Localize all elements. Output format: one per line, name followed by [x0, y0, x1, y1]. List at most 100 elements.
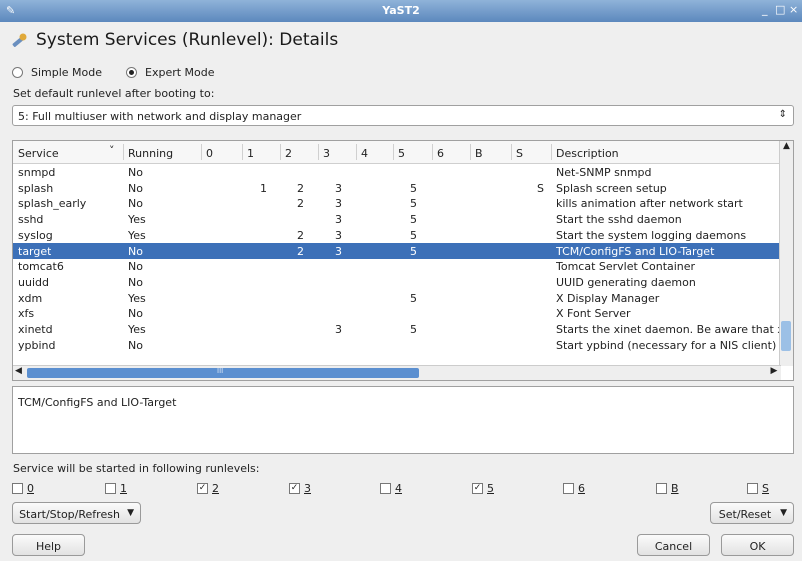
table-cell-desc: kills animation after network start — [556, 197, 743, 211]
start-stop-refresh-button[interactable]: Start/Stop/Refresh ▼ — [12, 502, 141, 524]
runlevel-label: 0 — [27, 482, 34, 495]
services-table[interactable]: Service Running 0 1 2 3 4 5 6 B S Description ˅ snmp… — [12, 140, 794, 381]
column-divider[interactable] — [432, 144, 433, 160]
table-row[interactable]: tomcat6 No Tomcat Servlet Container — [13, 258, 781, 274]
col-b-header[interactable]: B — [475, 147, 483, 160]
table-cell-r3: 3 — [335, 213, 342, 227]
table-cell-r5: 5 — [410, 323, 417, 336]
table-row[interactable]: ypbind No Start ypbind (necessary for a NI… — [13, 337, 781, 353]
table-cell-service: target — [18, 244, 52, 258]
table-cell-service: splash — [18, 181, 54, 195]
table-cell-service: xfs — [18, 307, 35, 321]
window-title: YaST2 — [382, 4, 420, 17]
table-cell-r5: 5 — [410, 228, 417, 242]
column-divider[interactable] — [318, 144, 319, 160]
column-divider[interactable] — [201, 144, 202, 160]
table-row[interactable]: uuidd No UUID generating daemon — [13, 274, 781, 290]
col-1-header[interactable]: 1 — [247, 147, 254, 160]
table-cell-running: Yes — [128, 213, 146, 227]
checkbox-box — [380, 483, 391, 494]
table-cell-r2: 2 — [297, 197, 304, 211]
checkbox-box — [656, 483, 667, 494]
checkbox-box — [563, 483, 574, 494]
window-titlebar: ✎ YaST2 _ □ × — [0, 0, 802, 22]
default-runlevel-value: 5: Full multiuser with network and displ… — [18, 110, 302, 123]
table-cell-desc: Start the sshd daemon — [556, 213, 682, 227]
close-button[interactable]: × — [789, 3, 798, 16]
minimize-button[interactable]: _ — [762, 3, 768, 16]
vertical-scroll-thumb[interactable] — [781, 321, 791, 351]
runlevel-label: 3 — [304, 482, 311, 495]
table-row[interactable]: target No 2 3 5 TCM/ConfigFS and LIO-Target — [13, 242, 781, 259]
column-divider[interactable] — [393, 144, 394, 160]
runlevel-label: 5 — [487, 482, 494, 495]
column-divider[interactable] — [242, 144, 243, 160]
column-divider[interactable] — [470, 144, 471, 160]
column-divider[interactable] — [123, 144, 124, 160]
table-cell-running: No — [128, 181, 143, 195]
set-reset-button[interactable]: Set/Reset ▼ — [710, 502, 794, 524]
maximize-button[interactable]: □ — [775, 3, 785, 16]
table-row[interactable]: xinetd Yes 3 5 Starts the xinet daemon. Be a… — [13, 321, 781, 337]
col-service-header[interactable]: Service — [18, 147, 59, 160]
table-row[interactable]: sshd Yes 3 5 Start the sshd daemon — [13, 211, 781, 227]
table-cell-service: syslog — [18, 228, 53, 242]
col-description-header[interactable]: Description — [556, 147, 619, 160]
table-cell-desc: Start the system logging daemons — [556, 228, 747, 242]
table-cell-service: splash_early — [18, 197, 87, 211]
table-cell-desc: X Display Manager — [556, 291, 660, 305]
table-cell-service: snmpd — [18, 166, 56, 179]
table-cell-service: uuidd — [18, 275, 49, 289]
runlevel-label: 2 — [212, 482, 219, 495]
checkbox-box — [105, 483, 116, 494]
table-cell-r3: 3 — [335, 181, 342, 195]
table-row[interactable]: snmpd No Net-SNMP snmpd — [13, 164, 781, 180]
cancel-button[interactable]: Cancel — [637, 534, 710, 556]
horizontal-scrollbar[interactable]: ◀ III ▶ — [13, 365, 781, 380]
wrench-icon — [12, 33, 27, 47]
default-runlevel-select[interactable]: 5: Full multiuser with network and displ… — [12, 105, 794, 126]
table-cell-desc: Tomcat Servlet Container — [556, 260, 696, 274]
table-cell-service: xdm — [18, 291, 43, 305]
table-cell-r5: 5 — [410, 181, 417, 195]
ok-button[interactable]: OK — [721, 534, 794, 556]
horizontal-scroll-thumb[interactable]: III — [27, 367, 419, 378]
vertical-scrollbar[interactable]: ▲ — [779, 141, 793, 366]
scroll-left-icon[interactable]: ◀ — [15, 366, 22, 376]
col-running-header[interactable]: Running — [128, 147, 173, 160]
scroll-right-icon[interactable]: ▶ — [767, 366, 781, 376]
table-row[interactable]: xdm Yes 5 X Display Manager — [13, 290, 781, 306]
table-cell-r1: 1 — [260, 181, 267, 195]
runlevel-label: 1 — [120, 482, 127, 495]
table-cell-r5: 5 — [410, 197, 417, 211]
column-divider[interactable] — [280, 144, 281, 160]
col-0-header[interactable]: 0 — [206, 147, 213, 160]
column-divider[interactable] — [511, 144, 512, 160]
table-cell-r2: 2 — [297, 181, 304, 195]
col-5-header[interactable]: 5 — [398, 147, 405, 160]
table-cell-r3: 3 — [335, 323, 342, 336]
table-cell-running: No — [128, 197, 143, 211]
col-4-header[interactable]: 4 — [361, 147, 368, 160]
col-3-header[interactable]: 3 — [323, 147, 330, 160]
col-2-header[interactable]: 2 — [285, 147, 292, 160]
scroll-up-icon[interactable]: ▲ — [780, 141, 793, 155]
table-cell-service: xinetd — [18, 323, 53, 336]
col-s-header[interactable]: S — [516, 147, 523, 160]
table-row[interactable]: syslog Yes 2 3 5 Start the system logging dae… — [13, 227, 781, 243]
table-row[interactable]: splash_early No 2 3 5 kills animation after n… — [13, 195, 781, 211]
table-cell-running: No — [128, 166, 143, 179]
table-row[interactable]: splash No 1 2 3 5 S Splash screen setup — [13, 180, 781, 196]
column-divider[interactable] — [356, 144, 357, 160]
table-cell-desc: UUID generating daemon — [556, 275, 696, 289]
help-button[interactable]: Help — [12, 534, 85, 556]
column-divider[interactable] — [551, 144, 552, 160]
table-cell-r3: 3 — [335, 244, 342, 258]
cancel-label: Cancel — [654, 540, 693, 553]
runlevel-label: 4 — [395, 482, 402, 495]
radio-indicator — [12, 67, 23, 78]
col-6-header[interactable]: 6 — [437, 147, 444, 160]
table-row[interactable]: xfs No X Font Server — [13, 305, 781, 321]
table-cell-r5: 5 — [410, 291, 417, 305]
radio-indicator — [126, 67, 137, 78]
